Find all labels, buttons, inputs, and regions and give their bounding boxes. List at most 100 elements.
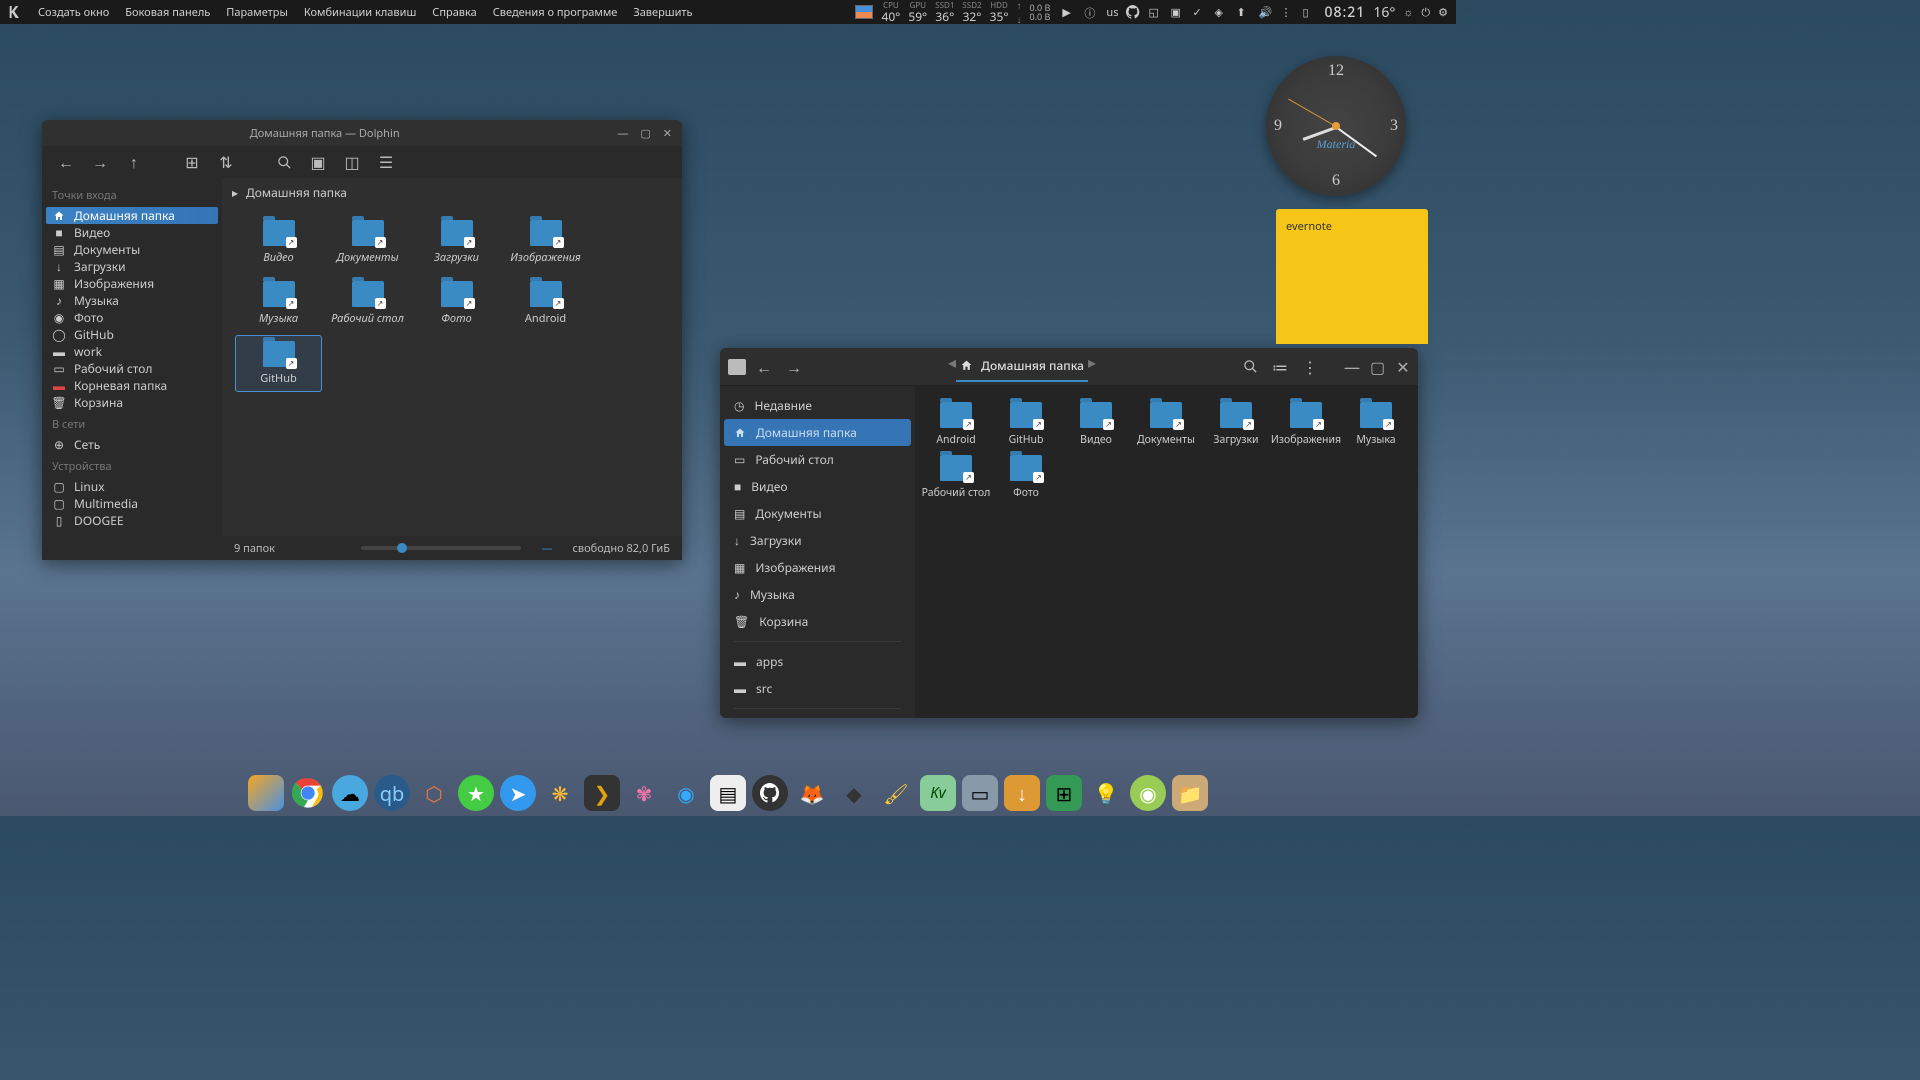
dock-plex[interactable]: ❯ bbox=[584, 775, 620, 811]
tray-screen-icon[interactable]: ◱ bbox=[1148, 5, 1162, 19]
folder-item[interactable]: ↗ Документы bbox=[1131, 398, 1201, 451]
sidebar-item[interactable]: ▬src bbox=[720, 675, 915, 702]
sidebar-item[interactable]: ■Видео bbox=[42, 224, 222, 241]
menu-shortcuts[interactable]: Комбинации клавиш bbox=[302, 5, 418, 20]
forward-button[interactable]: → bbox=[92, 154, 108, 170]
sidebar-item[interactable]: ♪Музыка bbox=[720, 581, 915, 608]
sidebar-item[interactable]: ↓Загрузки bbox=[42, 258, 222, 275]
sidebar-item[interactable]: 🗑Корзина bbox=[42, 394, 222, 411]
dock-android[interactable]: ◉ bbox=[1130, 775, 1166, 811]
weather-temp[interactable]: 16° bbox=[1373, 3, 1395, 22]
dock-github[interactable] bbox=[752, 775, 788, 811]
dock-hex[interactable]: ⬡ bbox=[416, 775, 452, 811]
grid-view-icon[interactable]: ⊞ bbox=[184, 154, 200, 170]
menu-about[interactable]: Сведения о программе bbox=[491, 5, 620, 20]
dolphin-titlebar[interactable]: Домашняя папка — Dolphin — ▢ ✕ bbox=[42, 120, 682, 146]
activity-icon[interactable] bbox=[855, 5, 873, 19]
folder-item[interactable]: ↗ GitHub bbox=[236, 336, 321, 391]
sidebar-item[interactable]: ▤Документы bbox=[42, 241, 222, 258]
dock-download[interactable]: ↓ bbox=[1004, 775, 1040, 811]
files-app-icon[interactable] bbox=[728, 359, 746, 375]
folder-item[interactable]: ↗ Музыка bbox=[236, 275, 321, 332]
maximize-button[interactable]: ▢ bbox=[640, 126, 650, 141]
folder-item[interactable]: ↗ Изображения bbox=[503, 214, 588, 271]
folder-item[interactable]: ↗ Android bbox=[503, 275, 588, 332]
dock-display[interactable]: ▭ bbox=[962, 775, 998, 811]
sidebar-item[interactable]: ♪Музыка bbox=[42, 292, 222, 309]
hamburger-menu-icon[interactable]: ☰ bbox=[378, 154, 394, 170]
folder-item[interactable]: ↗ Рабочий стол bbox=[921, 451, 991, 504]
sidebar-item[interactable]: ◯GitHub bbox=[42, 326, 222, 343]
sidebar-item[interactable]: ▤Документы bbox=[720, 500, 915, 527]
back-button[interactable]: ← bbox=[58, 154, 74, 170]
analog-clock-widget[interactable]: 12 3 6 9 Materia bbox=[1266, 56, 1406, 196]
sidebar-item[interactable]: ▬work bbox=[42, 343, 222, 360]
folder-item[interactable]: ↗ Рабочий стол bbox=[325, 275, 410, 332]
forward-button[interactable]: → bbox=[786, 359, 802, 375]
sidebar-item[interactable]: 🗑Корзина bbox=[720, 608, 915, 635]
tray-check-icon[interactable]: ✓ bbox=[1192, 5, 1206, 19]
folder-item[interactable]: ↗ Видео bbox=[1061, 398, 1131, 451]
tray-bluetooth-icon[interactable]: ⋮ bbox=[1280, 5, 1294, 19]
sort-icon[interactable]: ⇅ bbox=[218, 154, 234, 170]
dock-editor[interactable]: ▤ bbox=[710, 775, 746, 811]
dock-folder[interactable]: 📁 bbox=[1172, 775, 1208, 811]
menu-quit[interactable]: Завершить bbox=[631, 5, 694, 20]
sidebar-item[interactable]: ▦Изображения bbox=[42, 275, 222, 292]
sidebar-item[interactable]: ▬Корневая папка bbox=[42, 377, 222, 394]
breadcrumb[interactable]: ▸ Домашняя папка bbox=[222, 178, 682, 206]
sidebar-item[interactable]: ▭Рабочий стол bbox=[42, 360, 222, 377]
folder-item[interactable]: ↗ Загрузки bbox=[414, 214, 499, 271]
sidebar-item[interactable]: ▬apps bbox=[720, 648, 915, 675]
search-icon[interactable] bbox=[276, 154, 292, 170]
sidebar-item[interactable]: ■Видео bbox=[720, 473, 915, 500]
minimize-button[interactable]: — bbox=[617, 126, 628, 141]
nautilus-headerbar[interactable]: ← → ◂ Домашняя папка ▸ ≔ ⋮ — ▢ ✕ bbox=[720, 348, 1418, 386]
tray-volume-icon[interactable]: 🔊 bbox=[1258, 5, 1272, 19]
menu-help[interactable]: Справка bbox=[430, 5, 478, 20]
folder-item[interactable]: ↗ Музыка bbox=[1341, 398, 1411, 451]
back-button[interactable]: ← bbox=[756, 359, 772, 375]
folder-item[interactable]: ↗ Android bbox=[921, 398, 991, 451]
sidebar-item[interactable]: ⊕Сеть bbox=[42, 436, 222, 453]
dock-pink[interactable]: ✾ bbox=[626, 775, 662, 811]
sidebar-item[interactable]: ◷Недавние bbox=[720, 392, 915, 419]
nautilus-folder-grid[interactable]: ↗ Android ↗ GitHub ↗ Видео ↗ Документы ↗… bbox=[915, 386, 1418, 718]
folder-item[interactable]: ↗ Видео bbox=[236, 214, 321, 271]
sidebar-item[interactable]: ▦Изображения bbox=[720, 554, 915, 581]
info-icon[interactable]: ⓘ bbox=[1084, 5, 1098, 19]
kde-logo-icon[interactable] bbox=[6, 3, 24, 21]
dock-telegram[interactable]: ➤ bbox=[500, 775, 536, 811]
system-monitor[interactable]: CPU40° GPU59° SSD136° SSD232° HDD35° ↑↓ … bbox=[881, 0, 1050, 26]
folder-item[interactable]: ↗ Загрузки bbox=[1201, 398, 1271, 451]
sidebar-item[interactable]: Домашняя папка bbox=[724, 419, 911, 446]
dock-qbit[interactable]: qb bbox=[374, 775, 410, 811]
sticky-note[interactable]: evernote bbox=[1276, 209, 1428, 344]
sidebar-item[interactable]: Домашняя папка bbox=[46, 207, 218, 224]
preview-icon[interactable]: ▣ bbox=[310, 154, 326, 170]
tray-device-icon[interactable]: ▯ bbox=[1302, 5, 1316, 19]
dock-inkscape[interactable]: ◆ bbox=[836, 775, 872, 811]
dock-calc[interactable]: ⊞ bbox=[1046, 775, 1082, 811]
dock-yellow[interactable]: ❋ bbox=[542, 775, 578, 811]
dock-brush[interactable]: 🖌 bbox=[878, 775, 914, 811]
tray-clipboard-icon[interactable]: ▣ bbox=[1170, 5, 1184, 19]
dock-star[interactable]: ★ bbox=[458, 775, 494, 811]
menu-settings[interactable]: Параметры bbox=[224, 5, 290, 20]
dock-gimp[interactable]: 🦊 bbox=[794, 775, 830, 811]
tray-github-icon[interactable] bbox=[1126, 5, 1140, 19]
dock-bulb[interactable]: 💡 bbox=[1088, 775, 1124, 811]
power-icon[interactable]: ⏻ bbox=[1421, 5, 1430, 20]
sidebar-item[interactable]: ◉Фото bbox=[42, 309, 222, 326]
dock-kv[interactable]: Kv bbox=[920, 775, 956, 811]
kebab-menu-icon[interactable]: ⋮ bbox=[1302, 359, 1318, 375]
menu-new-window[interactable]: Создать окно bbox=[36, 5, 111, 20]
close-button[interactable]: ✕ bbox=[663, 126, 672, 141]
folder-item[interactable]: ↗ Изображения bbox=[1271, 398, 1341, 451]
folder-item[interactable]: ↗ GitHub bbox=[991, 398, 1061, 451]
close-button[interactable]: ✕ bbox=[1396, 356, 1410, 378]
up-button[interactable]: ↑ bbox=[126, 154, 142, 170]
sidebar-item[interactable]: ▭Рабочий стол bbox=[720, 446, 915, 473]
minimize-button[interactable]: — bbox=[1344, 356, 1358, 378]
dock-files[interactable] bbox=[248, 775, 284, 811]
